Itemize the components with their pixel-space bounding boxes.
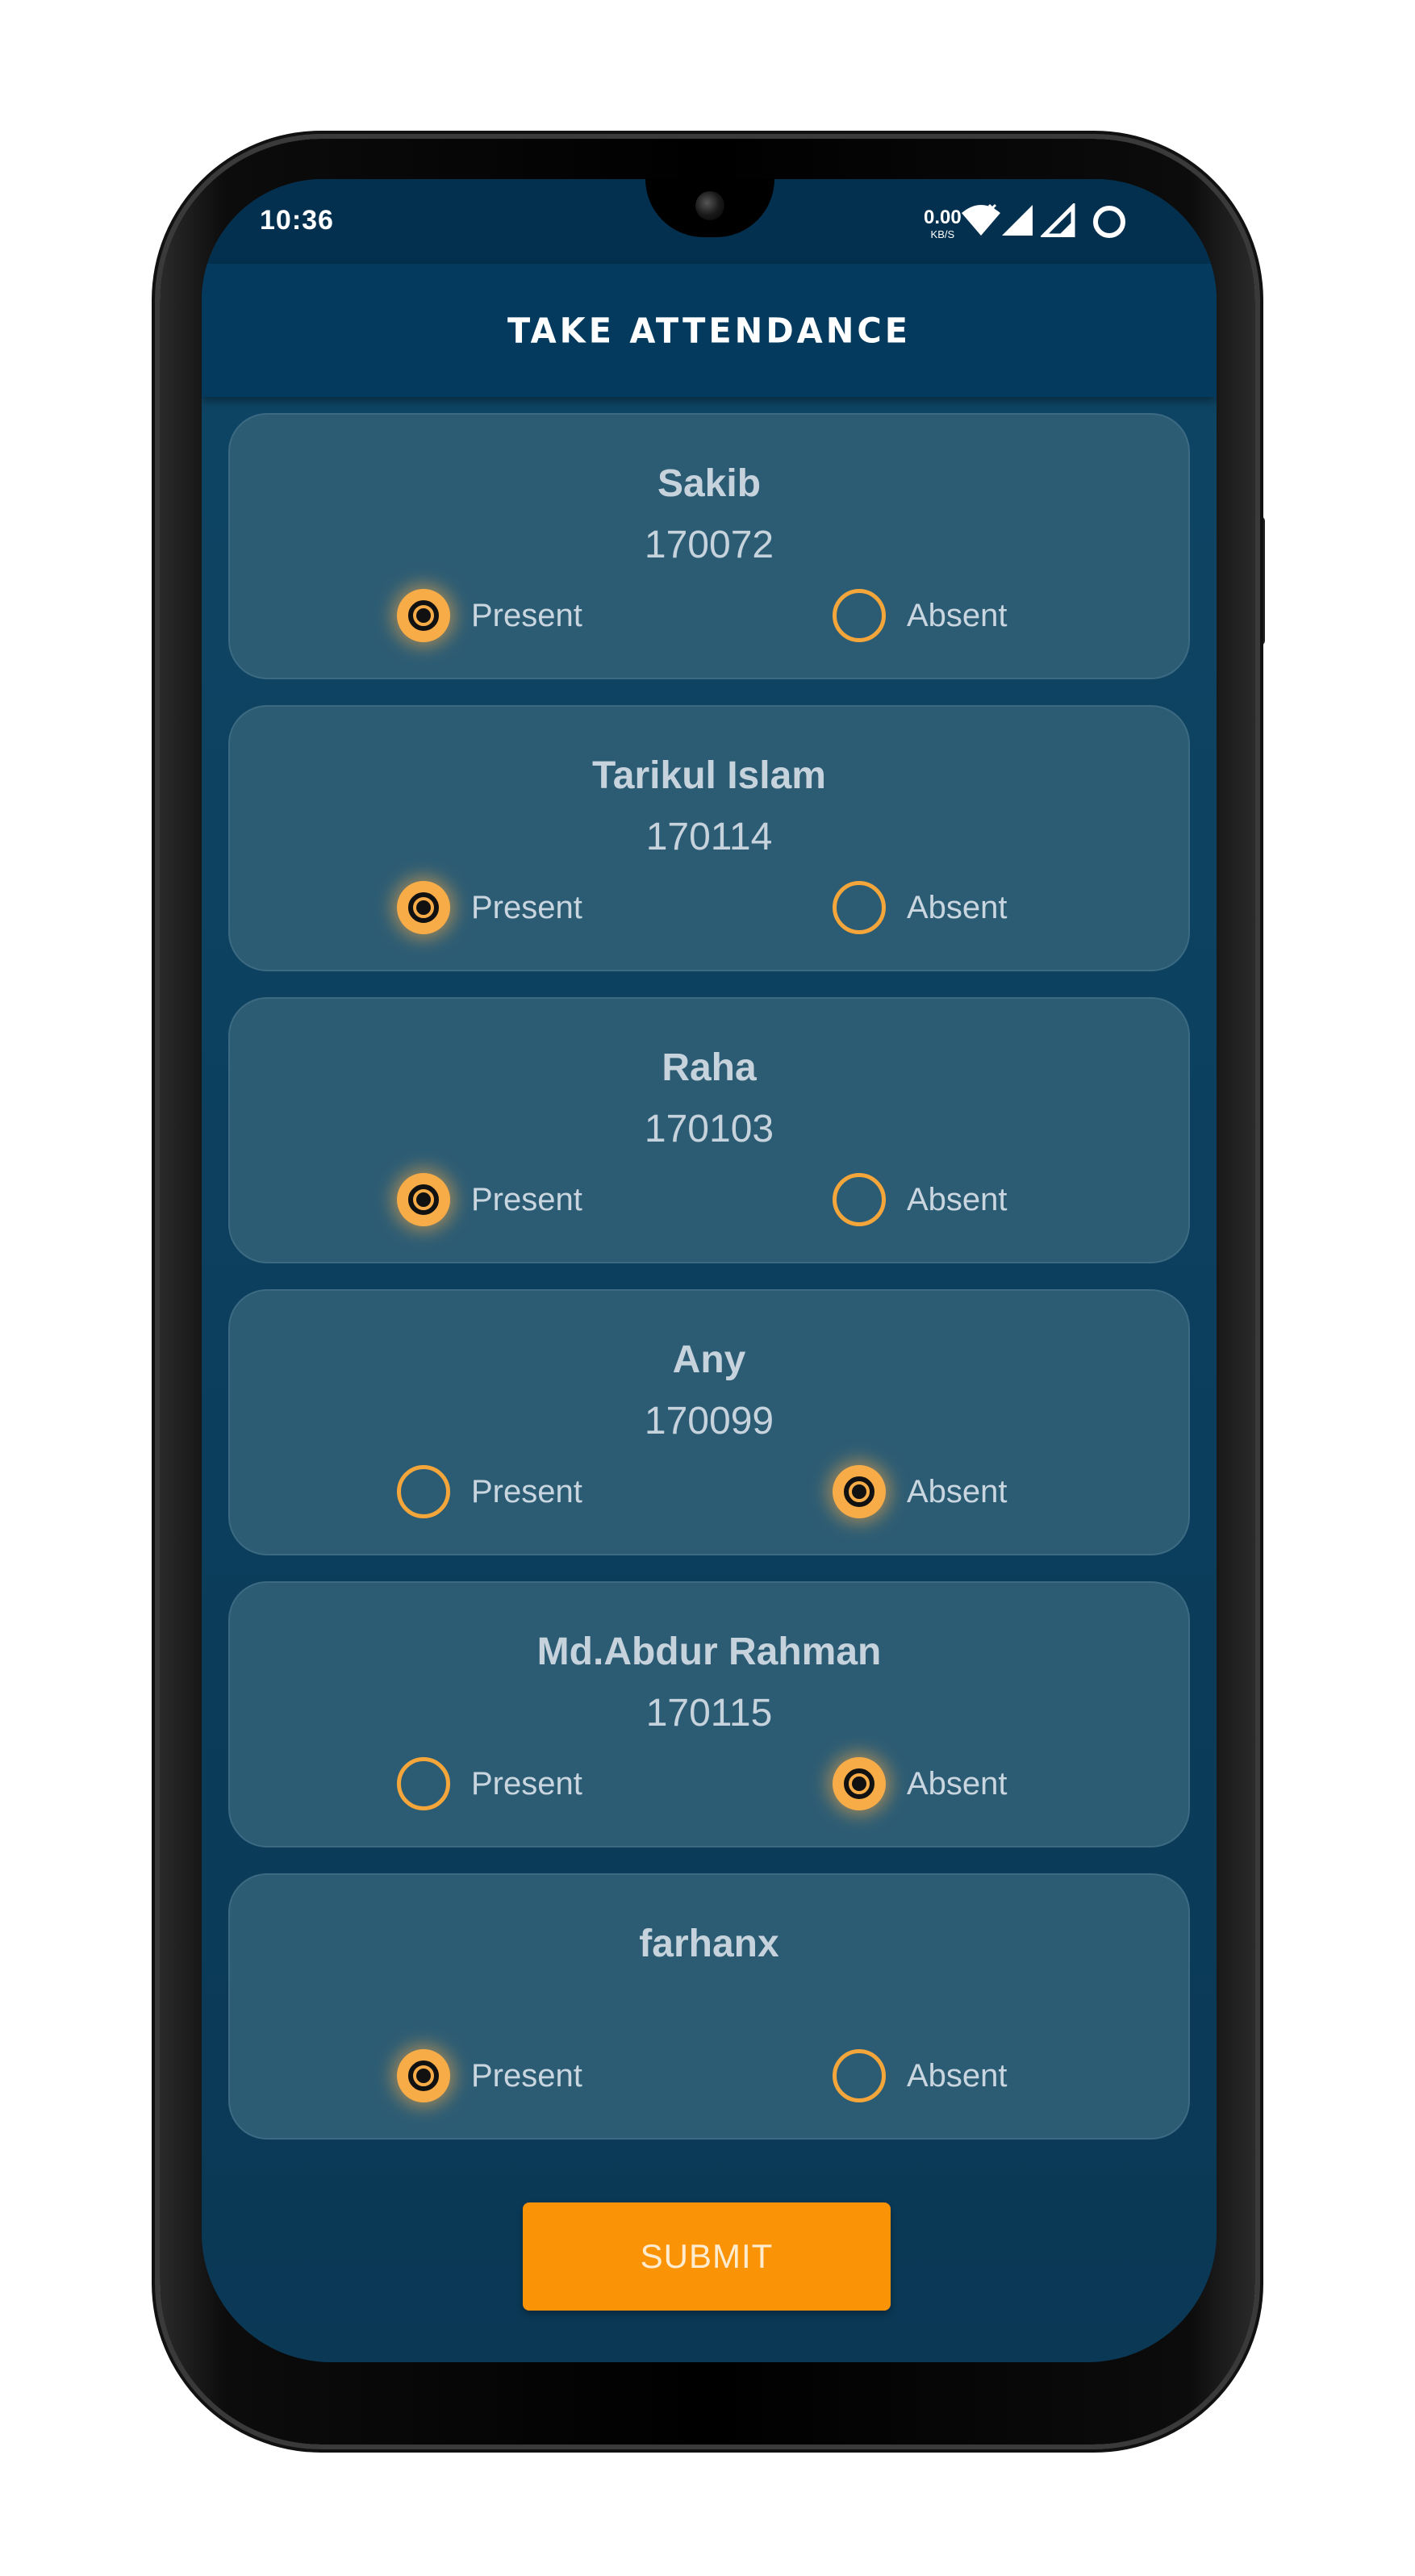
student-card: farhanx Present Absent — [228, 1873, 1190, 2140]
student-id: 170103 — [644, 1108, 774, 1150]
absent-label: Absent — [907, 1473, 1008, 1509]
absent-option[interactable]: Absent — [833, 1170, 1008, 1230]
submit-button[interactable]: SUBMIT — [523, 2202, 891, 2311]
absent-option[interactable]: Absent — [833, 878, 1008, 937]
student-list: Sakib 170072 Present Absent Tarikul Islam 170… — [228, 413, 1190, 2165]
student-card: Sakib 170072 Present Absent — [228, 413, 1190, 679]
present-radio-button[interactable] — [397, 1465, 450, 1518]
absent-label: Absent — [907, 1765, 1008, 1802]
present-radio-button[interactable] — [397, 2049, 450, 2102]
phone-power-button — [1254, 516, 1265, 645]
net-speed-value: 0.00 — [924, 207, 962, 228]
net-speed: 0.00 KB/S — [924, 208, 962, 240]
absent-option[interactable]: Absent — [833, 586, 1008, 645]
present-label: Present — [471, 1765, 582, 1802]
signal-icon — [1002, 205, 1033, 236]
signal-icon-2 — [1041, 203, 1075, 237]
absent-option[interactable]: Absent — [833, 2046, 1008, 2106]
present-radio-button[interactable] — [397, 1757, 450, 1810]
absent-radio-button[interactable] — [833, 1465, 886, 1518]
student-id: 170115 — [645, 1692, 773, 1735]
present-option[interactable]: Present — [397, 586, 582, 645]
absent-radio-button[interactable] — [833, 2049, 886, 2102]
student-card: Tarikul Islam 170114 Present Absent — [228, 705, 1190, 971]
front-camera — [695, 191, 724, 220]
present-option[interactable]: Present — [397, 2046, 582, 2106]
present-label: Present — [471, 2057, 582, 2094]
student-card: Md.Abdur Rahman 170115 Present Absent — [228, 1581, 1190, 1847]
present-radio-button[interactable] — [397, 881, 450, 934]
student-name: Any — [672, 1338, 746, 1381]
student-id: 170072 — [644, 524, 774, 566]
student-name: Tarikul Islam — [592, 754, 826, 797]
present-option[interactable]: Present — [397, 878, 582, 937]
status-bar: 10:36 0.00 KB/S — [202, 179, 1217, 264]
student-card: Any 170099 Present Absent — [228, 1289, 1190, 1555]
page-title: TAKE ATTENDANCE — [507, 310, 911, 351]
student-name: farhanx — [639, 1923, 779, 1965]
student-id: 170114 — [645, 816, 773, 858]
absent-label: Absent — [907, 1181, 1008, 1217]
absent-radio-button[interactable] — [833, 589, 886, 642]
phone-screen: 10:36 0.00 KB/S TAKE ATTENDANCE Sakib 170… — [202, 179, 1217, 2362]
wifi-icon — [962, 203, 1000, 236]
absent-option[interactable]: Absent — [833, 1462, 1008, 1522]
absent-radio-button[interactable] — [833, 1757, 886, 1810]
present-label: Present — [471, 1181, 582, 1217]
present-radio-button[interactable] — [397, 1173, 450, 1226]
present-option[interactable]: Present — [397, 1170, 582, 1230]
absent-label: Absent — [907, 889, 1008, 925]
student-name: Sakib — [657, 462, 762, 505]
present-option[interactable]: Present — [397, 1462, 582, 1522]
student-id: 170099 — [644, 1400, 774, 1442]
absent-label: Absent — [907, 597, 1008, 633]
battery-icon — [1093, 206, 1125, 238]
absent-label: Absent — [907, 2057, 1008, 2094]
present-radio-button[interactable] — [397, 589, 450, 642]
present-label: Present — [471, 597, 582, 633]
absent-radio-button[interactable] — [833, 1173, 886, 1226]
present-label: Present — [471, 889, 582, 925]
present-label: Present — [471, 1473, 582, 1509]
net-speed-unit: KB/S — [930, 228, 955, 240]
app-bar: TAKE ATTENDANCE — [202, 264, 1217, 397]
absent-option[interactable]: Absent — [833, 1754, 1008, 1814]
student-name: Md.Abdur Rahman — [536, 1630, 882, 1673]
student-card: Raha 170103 Present Absent — [228, 997, 1190, 1263]
status-time: 10:36 — [260, 205, 334, 236]
absent-radio-button[interactable] — [833, 881, 886, 934]
student-name: Raha — [662, 1046, 757, 1089]
present-option[interactable]: Present — [397, 1754, 582, 1814]
